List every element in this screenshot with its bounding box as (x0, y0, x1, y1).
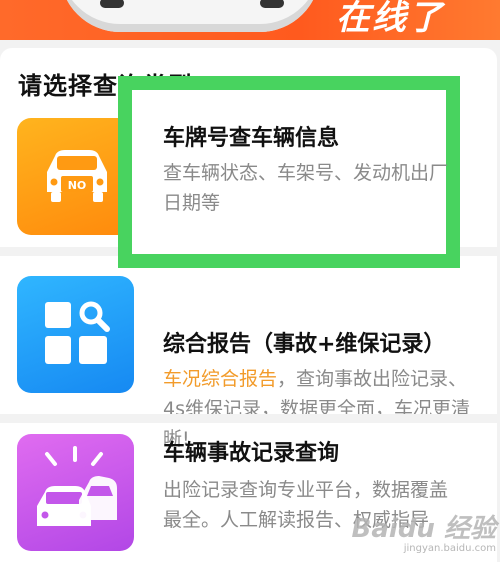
watermark-url: jingyan.baidu.com (403, 543, 496, 554)
watermark-logo: Baidu 经验 (351, 514, 496, 544)
card-description: 查车辆状态、车架号、发动机出厂日期等 (163, 162, 449, 214)
query-card-report[interactable]: 综合报告（事故+维保记录） 车况综合报告，查询事故出险记录、4s维保记录，数据更… (0, 256, 497, 450)
card-title: 车牌号查车辆信息 (163, 126, 340, 151)
car-accident-icon (17, 434, 134, 551)
card-title: 综合报告（事故+维保记录） (163, 332, 446, 357)
report-search-icon (17, 276, 134, 393)
banner-car-image (60, 0, 320, 32)
watermark: Baidu 经验 jingyan.baidu.com (348, 515, 496, 559)
divider (0, 414, 497, 423)
card-title: 车辆事故记录查询 (163, 441, 340, 466)
highlight-frame: 车牌号查车辆信息 查车辆状态、车架号、发动机出厂日期等 (118, 76, 460, 268)
description-highlight: 车况综合报告 (163, 368, 278, 390)
plate-badge-text: NO (68, 179, 87, 192)
car-plate-icon: NO (17, 118, 134, 235)
banner-slogan: 在线了 (336, 0, 444, 38)
top-banner: 在线了 (0, 0, 500, 40)
